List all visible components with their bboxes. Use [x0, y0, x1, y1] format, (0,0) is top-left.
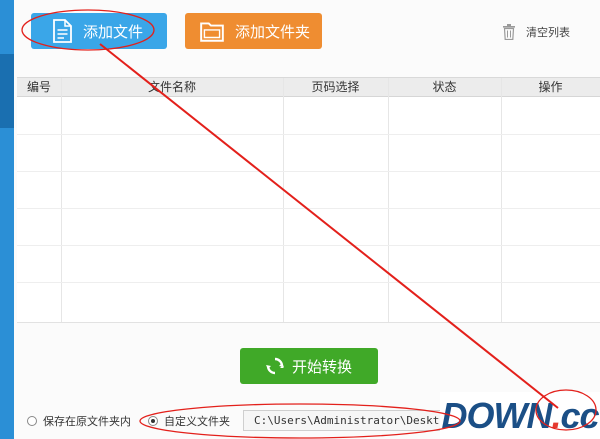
left-sidebar-strip	[0, 0, 14, 439]
column-divider	[61, 78, 62, 323]
column-header-page-selection: 页码选择	[311, 80, 360, 94]
watermark-logo: DOWN.cc	[440, 392, 600, 439]
sidebar-active-segment	[0, 54, 14, 128]
document-icon	[53, 19, 72, 43]
start-conversion-label: 开始转换	[291, 357, 352, 376]
column-header-status: 状态	[432, 80, 457, 94]
add-file-button[interactable]: 添加文件	[31, 13, 167, 49]
add-folder-button[interactable]: 添加文件夹	[185, 13, 322, 49]
column-divider	[501, 78, 502, 323]
refresh-icon	[265, 357, 284, 375]
column-header-actions: 操作	[538, 80, 563, 94]
clear-list-button[interactable]: 清空列表	[502, 24, 570, 40]
folder-icon	[200, 22, 224, 42]
column-divider	[388, 78, 389, 323]
column-header-number: 编号	[26, 80, 51, 94]
column-header-file-name: 文件名称	[147, 80, 196, 94]
add-folder-label: 添加文件夹	[235, 22, 311, 41]
custom-folder-label: 自定义文件夹	[164, 415, 230, 428]
watermark-text: DOWN.cc	[441, 394, 599, 436]
radio-custom-folder[interactable]	[148, 416, 158, 426]
trash-icon	[503, 24, 515, 40]
table-header: 编号 文件名称 页码选择 状态 操作	[17, 78, 600, 97]
file-table: 编号 文件名称 页码选择 状态 操作	[17, 77, 600, 323]
row-divider	[17, 208, 600, 209]
row-divider	[17, 171, 600, 172]
output-path-input[interactable]: C:\Users\Administrator\Desktop	[243, 410, 463, 431]
custom-folder-option[interactable]: 自定义文件夹	[148, 414, 230, 428]
save-original-folder-option[interactable]: 保存在原文件夹内	[27, 414, 131, 428]
start-conversion-button[interactable]: 开始转换	[240, 348, 378, 384]
row-divider	[17, 134, 600, 135]
table-bottom-border	[17, 322, 600, 323]
save-original-folder-label: 保存在原文件夹内	[43, 415, 131, 428]
row-divider	[17, 245, 600, 246]
row-divider	[17, 282, 600, 283]
add-file-label: 添加文件	[83, 22, 144, 41]
clear-list-label: 清空列表	[526, 26, 570, 39]
radio-selected-dot	[151, 419, 155, 423]
radio-original-folder[interactable]	[27, 416, 37, 426]
column-divider	[283, 78, 284, 323]
